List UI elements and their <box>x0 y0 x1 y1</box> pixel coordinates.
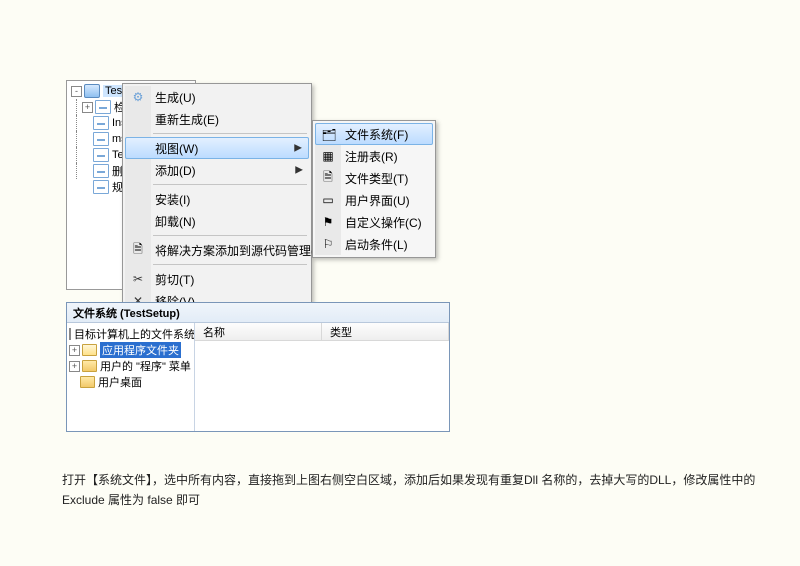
fs-desktop[interactable]: 用户桌面 <box>69 374 192 390</box>
menu-scm[interactable]: 🗎将解决方案添加到源代码管理(A)... <box>125 239 309 261</box>
column-name[interactable]: 名称 <box>195 323 322 340</box>
folder-icon <box>82 344 97 356</box>
cut-icon: ✂ <box>130 271 146 287</box>
registry-icon: ▦ <box>320 148 336 164</box>
fs-app-folder[interactable]: +应用程序文件夹 <box>69 342 192 358</box>
expand-icon[interactable]: + <box>69 361 80 372</box>
menu-separator <box>153 264 307 265</box>
column-type[interactable]: 类型 <box>322 323 449 340</box>
scm-icon: 🗎 <box>130 242 146 258</box>
doc-icon <box>93 132 109 146</box>
ui-icon: ▭ <box>320 192 336 208</box>
doc-icon <box>93 148 109 162</box>
doc-icon <box>93 180 109 194</box>
filesystem-panel: 文件系统 (TestSetup) 目标计算机上的文件系统 +应用程序文件夹 +用… <box>66 302 450 432</box>
submenu-arrow-icon: ▶ <box>295 165 303 176</box>
description-text: 打开【系统文件】，选中所有内容，直接拖到上图右侧空白区域，添加后如果发现有重复D… <box>62 470 760 511</box>
menu-build[interactable]: ⚙生成(U) <box>125 86 309 108</box>
menu-separator <box>153 235 307 236</box>
menu-separator <box>153 133 307 134</box>
menu-add[interactable]: 添加(D)▶ <box>125 159 309 181</box>
menu-rebuild[interactable]: 重新生成(E) <box>125 108 309 130</box>
build-icon: ⚙ <box>130 89 146 105</box>
custom-icon: ⚑ <box>320 214 336 230</box>
menu-view[interactable]: 视图(W)▶ <box>125 137 309 159</box>
filetypes-icon: 🗎 <box>320 170 336 186</box>
menu-install[interactable]: 安装(I) <box>125 188 309 210</box>
expand-icon[interactable]: + <box>82 102 93 113</box>
submenu-custom[interactable]: ⚑自定义操作(C) <box>315 211 433 233</box>
doc-icon <box>95 100 111 114</box>
submenu-launch[interactable]: ⚐启动条件(L) <box>315 233 433 255</box>
menu-separator <box>153 184 307 185</box>
view-submenu: 🗂文件系统(F) ▦注册表(R) 🗎文件类型(T) ▭用户界面(U) ⚑自定义操… <box>312 120 436 258</box>
fs-programs-menu[interactable]: +用户的 "程序" 菜单 <box>69 358 192 374</box>
folder-icon <box>82 360 97 372</box>
computer-icon <box>69 328 71 340</box>
menu-uninstall[interactable]: 卸载(N) <box>125 210 309 232</box>
submenu-filetypes[interactable]: 🗎文件类型(T) <box>315 167 433 189</box>
folder-icon <box>80 376 95 388</box>
doc-icon <box>93 116 109 130</box>
submenu-registry[interactable]: ▦注册表(R) <box>315 145 433 167</box>
launch-icon: ⚐ <box>320 236 336 252</box>
filesystem-list[interactable]: 名称 类型 <box>195 323 449 431</box>
filesystem-tree[interactable]: 目标计算机上的文件系统 +应用程序文件夹 +用户的 "程序" 菜单 用户桌面 <box>67 323 195 431</box>
filesystem-title: 文件系统 (TestSetup) <box>67 303 449 323</box>
expand-icon[interactable]: + <box>69 345 80 356</box>
submenu-arrow-icon: ▶ <box>294 143 302 154</box>
project-icon <box>84 84 100 98</box>
submenu-ui[interactable]: ▭用户界面(U) <box>315 189 433 211</box>
filesystem-icon: 🗂 <box>321 127 337 143</box>
collapse-icon[interactable]: - <box>71 86 82 97</box>
fs-root[interactable]: 目标计算机上的文件系统 <box>69 326 192 342</box>
doc-icon <box>93 164 109 178</box>
submenu-filesystem[interactable]: 🗂文件系统(F) <box>315 123 433 145</box>
menu-cut[interactable]: ✂剪切(T) <box>125 268 309 290</box>
